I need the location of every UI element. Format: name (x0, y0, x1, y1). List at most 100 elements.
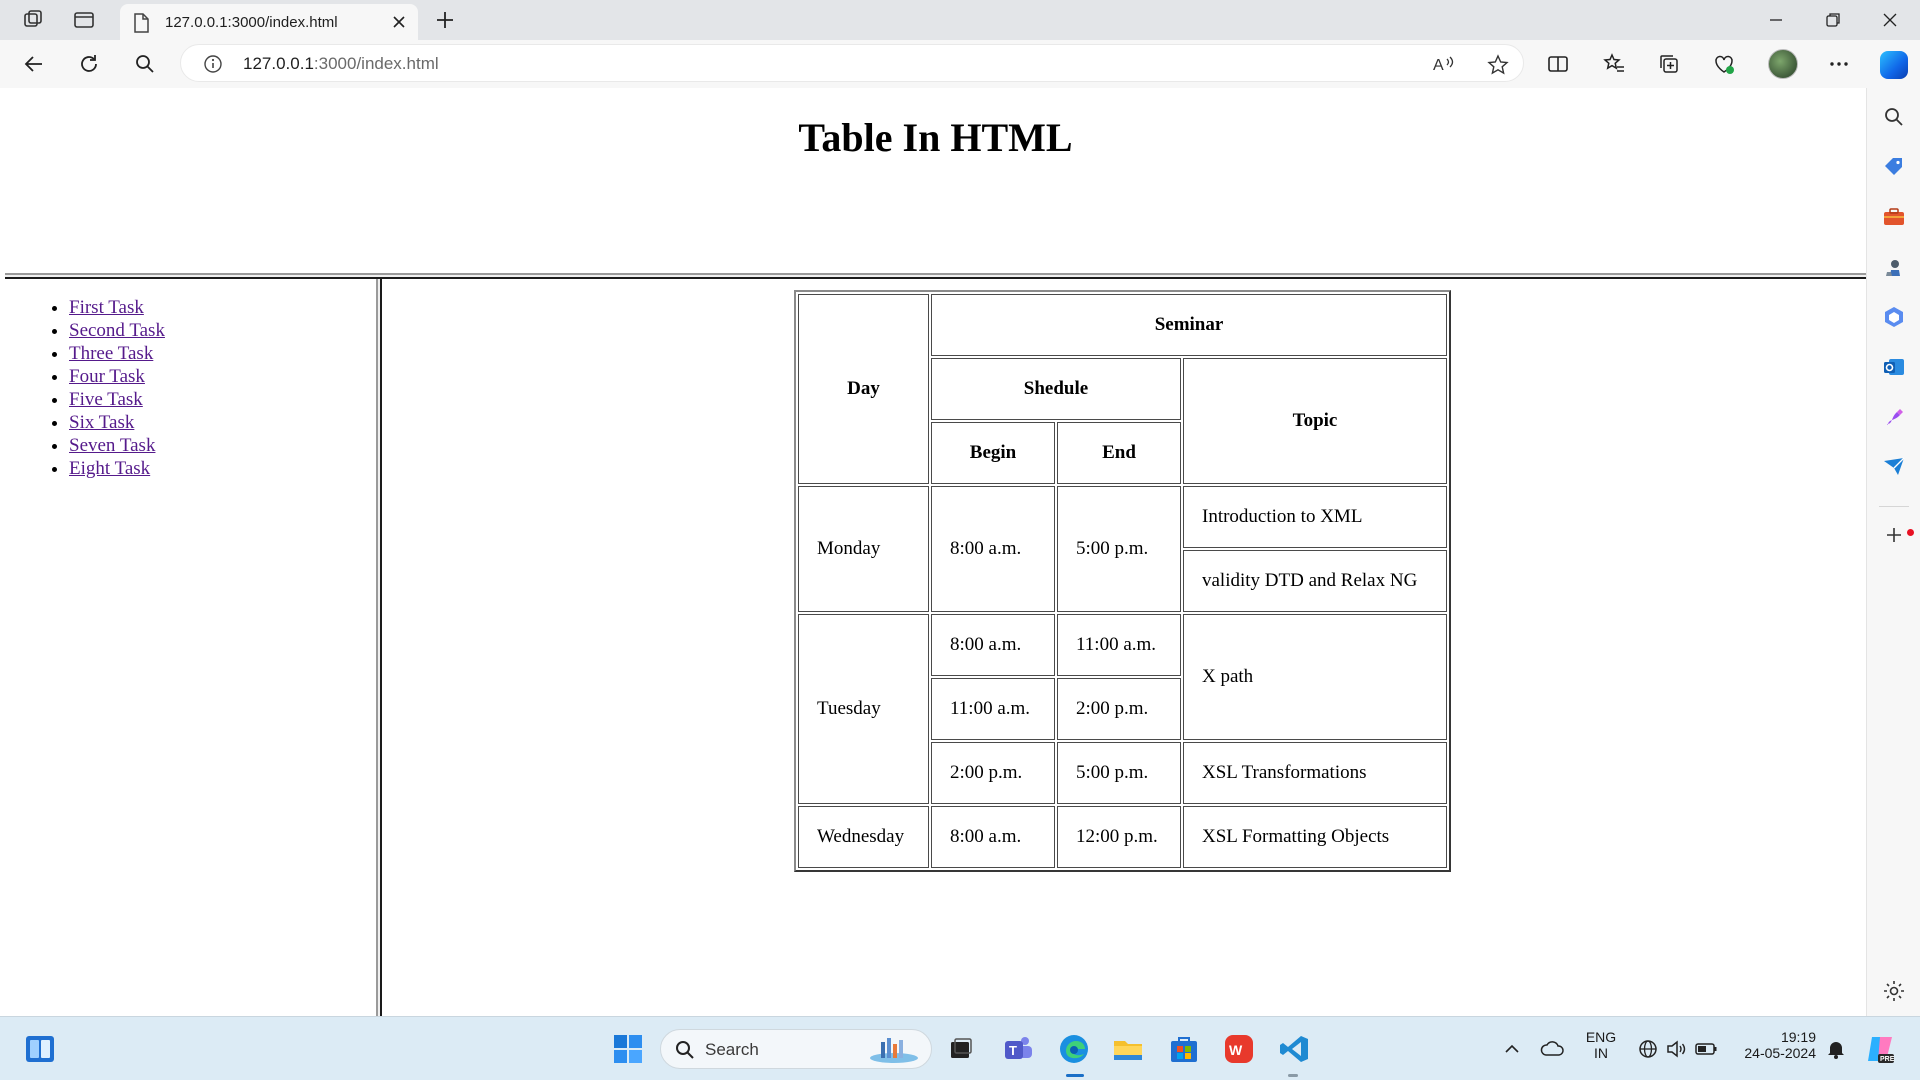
restore-icon[interactable] (1823, 10, 1843, 35)
profile-avatar[interactable] (1768, 49, 1798, 79)
search-icon[interactable] (133, 52, 157, 81)
menu-item: Seven Task (69, 434, 165, 457)
new-tab-icon[interactable] (433, 8, 457, 37)
menu-link-three-task[interactable]: Three Task (69, 343, 153, 364)
send-icon[interactable] (1881, 454, 1907, 480)
favorites-icon[interactable] (1602, 52, 1626, 81)
svg-text:T: T (1009, 1043, 1017, 1058)
games-icon[interactable] (1881, 254, 1907, 280)
split-screen-icon[interactable] (1546, 52, 1570, 81)
notifications-bell-icon[interactable] (1824, 1037, 1848, 1061)
network-globe-icon[interactable] (1636, 1037, 1660, 1061)
cell-topic: Introduction to XML (1183, 486, 1447, 548)
start-windows-icon[interactable] (612, 1033, 644, 1065)
refresh-icon[interactable] (77, 52, 101, 81)
table-row: Monday 8:00 a.m. 5:00 p.m. Introduction … (798, 486, 1447, 612)
add-sidebar-app-icon[interactable] (1881, 522, 1907, 548)
close-tab-icon[interactable] (390, 13, 408, 36)
language-code: ENG (1585, 1029, 1617, 1045)
cell-topic: XSL Formatting Objects (1183, 806, 1447, 868)
search-highlight-icon (867, 1036, 921, 1064)
menu-link-six-task[interactable]: Six Task (69, 412, 134, 433)
sidebar-settings-icon[interactable] (1881, 978, 1907, 1004)
cell-begin: 8:00 a.m. (931, 614, 1055, 676)
header-schedule: Shedule (931, 358, 1181, 420)
battery-icon[interactable] (1694, 1037, 1718, 1061)
svg-text:A: A (1433, 57, 1444, 74)
cell-begin: 2:00 p.m. (931, 742, 1055, 804)
table-row: Wednesday 8:00 a.m. 12:00 p.m. XSL Forma… (798, 806, 1447, 868)
cell-begin: 8:00 a.m. (931, 486, 1055, 612)
vscode-icon[interactable] (1278, 1033, 1310, 1065)
active-tab[interactable]: 127.0.0.1:3000/index.html (120, 4, 418, 40)
teams-icon[interactable]: T (1002, 1033, 1034, 1065)
copilot-preview-icon[interactable]: PRE (1864, 1033, 1896, 1065)
menu-link-eight-task[interactable]: Eight Task (69, 458, 150, 479)
cell-end: 12:00 p.m. (1057, 806, 1181, 868)
shopping-tag-icon[interactable] (1881, 154, 1907, 180)
show-hidden-icons-icon[interactable] (1500, 1037, 1524, 1061)
sidebar-search-icon[interactable] (1881, 104, 1907, 130)
taskbar-search[interactable]: Search (660, 1029, 932, 1069)
more-options-icon[interactable] (1827, 52, 1851, 81)
back-icon[interactable] (22, 52, 46, 81)
widgets-icon[interactable] (24, 1033, 56, 1065)
taskbar-search-placeholder: Search (705, 1040, 759, 1059)
tools-briefcase-icon[interactable] (1881, 204, 1907, 230)
clock-date: 24-05-2024 (1744, 1045, 1816, 1061)
task-menu: First Task Second Task Three Task Four T… (29, 296, 165, 480)
vscode-running-indicator (1288, 1074, 1298, 1077)
table-header-row: Day Seminar (798, 294, 1447, 484)
menu-link-four-task[interactable]: Four Task (69, 366, 145, 387)
page-icon (132, 13, 150, 38)
close-window-icon[interactable] (1880, 10, 1900, 35)
url-text: 127.0.0.1:3000/index.html (243, 54, 439, 73)
cell-day: Wednesday (798, 806, 929, 868)
cell-begin: 8:00 a.m. (931, 806, 1055, 868)
collections-icon[interactable] (1657, 52, 1681, 81)
edge-browser-icon[interactable] (1058, 1033, 1090, 1065)
site-info-icon[interactable] (203, 54, 223, 79)
microsoft-365-icon[interactable] (1881, 304, 1907, 330)
cell-day: Tuesday (798, 614, 929, 804)
designer-icon[interactable] (1881, 404, 1907, 430)
cell-end: 2:00 p.m. (1057, 678, 1181, 740)
browser-toolbar: 127.0.0.1:3000/index.html A (0, 40, 1920, 88)
menu-link-five-task[interactable]: Five Task (69, 389, 143, 410)
svg-text:PRE: PRE (1880, 1056, 1895, 1063)
wps-office-icon[interactable]: W (1223, 1033, 1255, 1065)
language-indicator[interactable]: ENG IN (1584, 1029, 1618, 1061)
header-day: Day (798, 294, 929, 484)
outlook-icon[interactable] (1881, 354, 1907, 380)
frame-divider-horizontal[interactable] (5, 273, 1866, 279)
menu-link-second-task[interactable]: Second Task (69, 320, 165, 341)
menu-link-seven-task[interactable]: Seven Task (69, 435, 155, 456)
page-title: Table In HTML (798, 115, 1073, 160)
onedrive-icon[interactable] (1540, 1037, 1566, 1061)
browser-essentials-icon[interactable] (1712, 52, 1736, 81)
cell-end: 5:00 p.m. (1057, 742, 1181, 804)
volume-icon[interactable] (1664, 1037, 1688, 1061)
cell-end: 5:00 p.m. (1057, 486, 1181, 612)
workspaces-icon[interactable] (20, 7, 46, 33)
header-begin: Begin (931, 422, 1055, 484)
file-explorer-icon[interactable] (1112, 1033, 1144, 1065)
region-code: IN (1594, 1045, 1608, 1061)
sidebar-divider (1879, 506, 1909, 507)
clock[interactable]: 19:19 24-05-2024 (1736, 1029, 1816, 1061)
read-aloud-icon[interactable]: A (1433, 54, 1455, 79)
favorite-star-icon[interactable] (1487, 54, 1509, 81)
table-row: Tuesday 8:00 a.m. 11:00 a.m. X path (798, 614, 1447, 804)
task-view-icon[interactable] (945, 1033, 977, 1065)
tab-actions-icon[interactable] (71, 7, 97, 33)
copilot-icon[interactable] (1880, 51, 1908, 79)
cell-topic: validity DTD and Relax NG (1183, 550, 1447, 612)
address-bar[interactable]: 127.0.0.1:3000/index.html A (180, 44, 1524, 82)
frame-divider-vertical[interactable] (376, 279, 382, 1016)
microsoft-store-icon[interactable] (1168, 1033, 1200, 1065)
header-topic: Topic (1183, 358, 1447, 484)
menu-item: Second Task (69, 319, 165, 342)
minimize-icon[interactable] (1766, 10, 1786, 35)
cell-topic: X path (1183, 614, 1447, 740)
menu-link-first-task[interactable]: First Task (69, 297, 144, 318)
